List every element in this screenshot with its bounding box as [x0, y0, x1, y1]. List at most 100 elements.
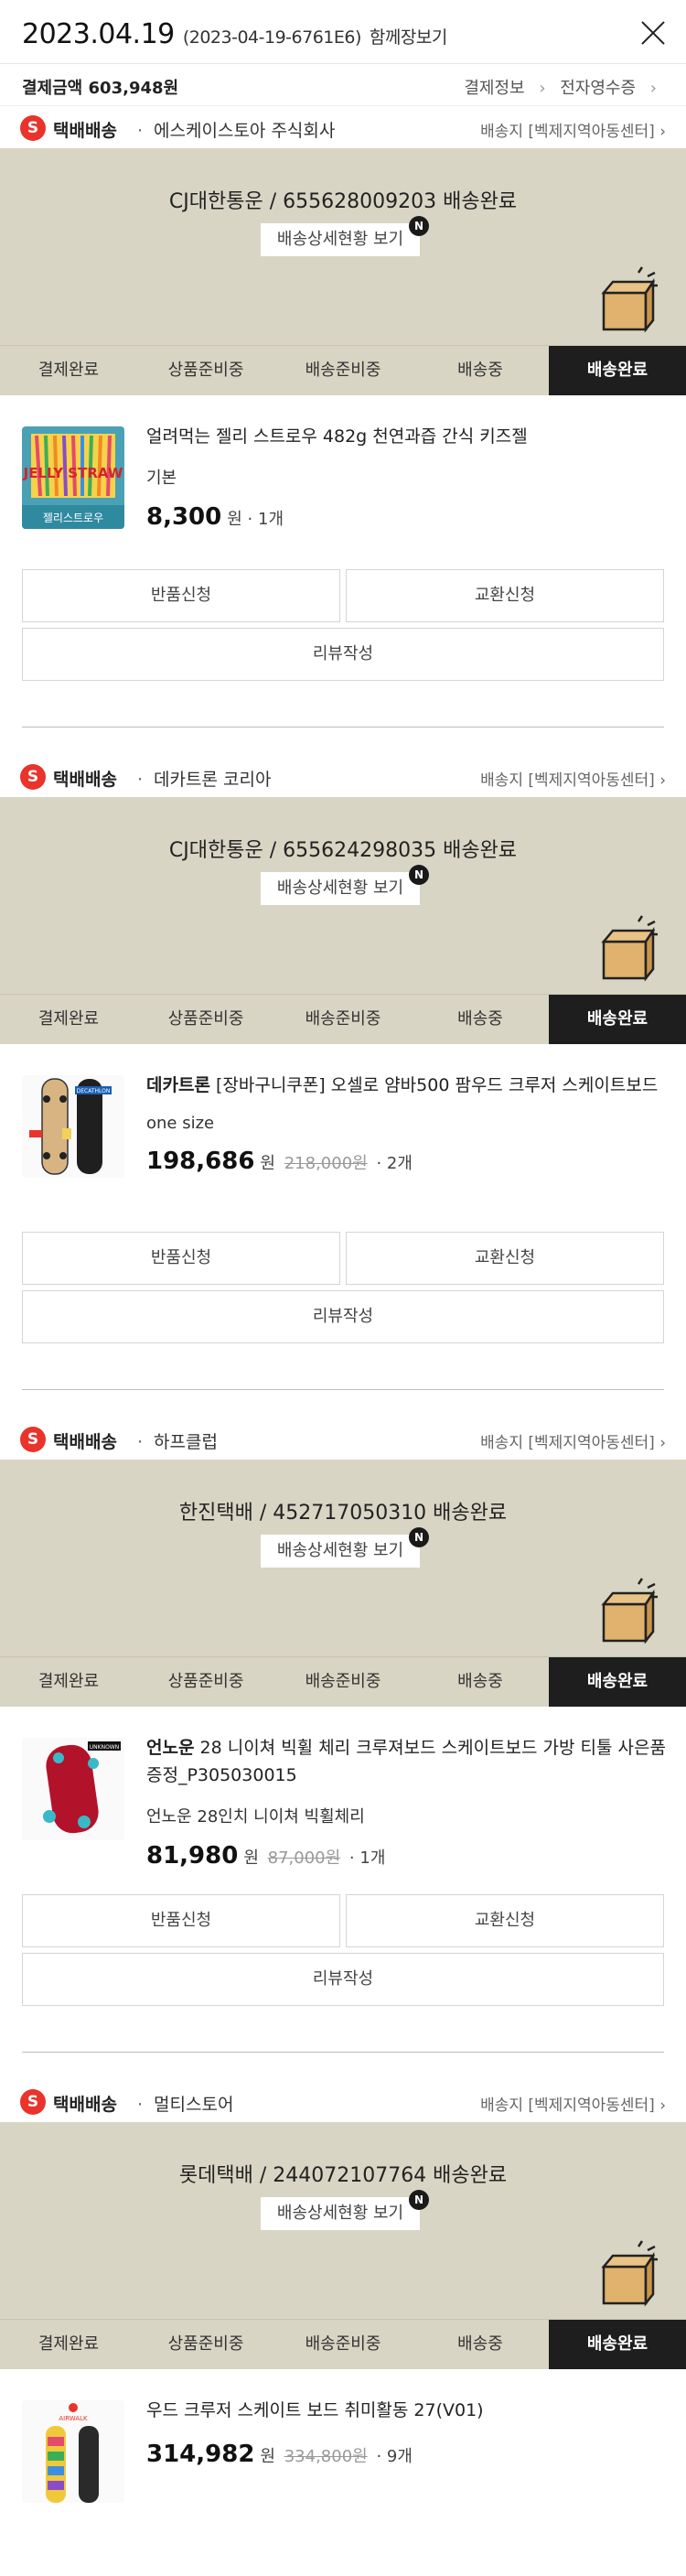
tracking-detail-button[interactable]: 배송상세현황 보기 — [261, 223, 420, 256]
product-title[interactable]: 데카트론 [장바구니쿠폰] 오셀로 얌바500 팜우드 크루저 스케이트보드 — [146, 1072, 666, 1099]
seller-row: S 택배배송 · 하프클럽 배송지 [벡제지역아동센터] › — [0, 1417, 686, 1460]
tracking-detail-button[interactable]: 배송상세현황 보기 — [261, 1535, 420, 1568]
original-price: 334,800원 — [284, 2447, 368, 2466]
destination-link[interactable]: 배송지 [벡제지역아동센터] › — [480, 2092, 666, 2115]
order-detail-page: 2023.04.19 (2023-04-19-6761E6) 함께장보기 결제금… — [0, 0, 686, 2506]
product-option: 기본 — [146, 469, 177, 488]
close-icon[interactable] — [640, 20, 666, 46]
step-paid: 결제완료 — [38, 1672, 100, 1691]
destination-link[interactable]: 배송지 [벡제지역아동센터] › — [480, 767, 666, 790]
product-info: 언노운 28 니이쳐 빅휠 체리 크루져보드 스케이트보드 가방 티툴 사은품증… — [146, 1734, 666, 1870]
new-badge: N — [409, 865, 429, 885]
return-button[interactable]: 반품신청 — [22, 1894, 340, 1947]
shipment-card: S 택배배송 · 멀티스토어 배송지 [벡제지역아동센터] › 롯데택배 / 24… — [0, 2080, 686, 2506]
product-option: one size — [146, 1114, 215, 1133]
action-buttons: 반품신청 교환신청 리뷰작성 — [0, 569, 686, 681]
step-shipping: 배송중 — [457, 1672, 503, 1691]
step-shipping: 배송중 — [457, 2334, 503, 2354]
currency-unit: 원 — [227, 510, 242, 529]
step-preparing-shipping: 배송준비중 — [305, 2334, 381, 2354]
delivery-steps: 결제완료 상품준비중 배송준비중 배송중 배송완료 — [0, 1656, 686, 1707]
product-title[interactable]: 언노운 28 니이쳐 빅휠 체리 크루져보드 스케이트보드 가방 티툴 사은품증… — [146, 1734, 666, 1789]
thumb-brand-text: DECATHLON — [77, 1088, 111, 1094]
payment-info-link[interactable]: 결제정보 — [464, 79, 524, 98]
product-title[interactable]: 얼려먹는 젤리 스트로우 482g 천연과즙 간식 키즈젤 — [146, 423, 666, 450]
shipping-method: 택배배송 — [53, 121, 117, 141]
product-info: 데카트론 [장바구니쿠폰] 오셀로 얌바500 팜우드 크루저 스케이트보드 o… — [146, 1072, 666, 1175]
order-code: (2023-04-19-6761E6) — [182, 27, 362, 48]
order-header: 2023.04.19 (2023-04-19-6761E6) 함께장보기 — [0, 0, 686, 64]
product-option: 언노운 28인치 니이쳐 빅휠체리 — [146, 1807, 365, 1827]
product-price: 81,980 — [146, 1842, 239, 1870]
exchange-button[interactable]: 교환신청 — [346, 1232, 664, 1285]
seller-row: S 택배배송 · 데카트론 코리아 배송지 [벡제지역아동센터] › — [0, 755, 686, 797]
original-price: 87,000원 — [267, 1848, 341, 1868]
review-button[interactable]: 리뷰작성 — [22, 1953, 664, 2006]
payment-row: 결제금액 603,948원 결제정보 › 전자영수증 › — [0, 64, 686, 106]
exchange-button[interactable]: 교환신청 — [346, 1894, 664, 1947]
payment-amount: 603,948원 — [88, 79, 179, 98]
thumb-sub-text: 젤리스트로우 — [43, 512, 103, 524]
product-quantity: · 9개 — [376, 2447, 413, 2466]
destination-link[interactable]: 배송지 [벡제지역아동센터] › — [480, 1429, 666, 1452]
return-button[interactable]: 반품신청 — [22, 1232, 340, 1285]
payment-summary: 결제금액 603,948원 — [22, 75, 178, 99]
payment-label: 결제금액 — [22, 79, 83, 98]
product-item[interactable]: JELLY STRAW 젤리스트로우 얼려먹는 젤리 스트로우 482g 천연과… — [0, 395, 686, 569]
price-line: 314,982 원 334,800원 · 9개 — [146, 2441, 666, 2468]
tracking-info: CJ대한통운 / 655628009203 배송완료 — [168, 190, 518, 213]
product-thumbnail[interactable]: DECATHLON — [22, 1075, 124, 1178]
product-item[interactable]: UNKNOWN 언노운 28 니이쳐 빅휠 체리 크루져보드 스케이트보드 가방… — [0, 1707, 686, 1894]
currency-unit: 원 — [260, 2447, 275, 2466]
shipping-s-icon: S — [20, 764, 46, 790]
chevron-right-icon: › — [649, 79, 657, 98]
seller-name: · 에스케이스토아 주식회사 — [137, 121, 336, 141]
product-info: 얼려먹는 젤리 스트로우 482g 천연과즙 간식 키즈젤 기본 8,300 원 … — [146, 423, 666, 531]
currency-unit: 원 — [260, 1154, 275, 1173]
tracking-panel: CJ대한통운 / 655624298035 배송완료 배송상세현황 보기 N — [0, 797, 686, 994]
product-item[interactable]: AIRWALK 우드 크루저 스케이트 보드 취미활동 27(V01) 314,… — [0, 2369, 686, 2506]
price-line: 81,980 원 87,000원 · 1개 — [146, 1842, 666, 1870]
delivery-box-icon — [601, 915, 658, 982]
step-preparing-shipping: 배송준비중 — [305, 1009, 381, 1029]
product-info: 우드 크루저 스케이트 보드 취미활동 27(V01) 314,982 원 334… — [146, 2397, 666, 2468]
step-delivered: 배송완료 — [549, 346, 686, 395]
tracking-panel: 한진택배 / 452717050310 배송완료 배송상세현황 보기 N — [0, 1460, 686, 1656]
tracking-detail-button[interactable]: 배송상세현황 보기 — [261, 2197, 420, 2230]
tracking-detail-button[interactable]: 배송상세현황 보기 — [261, 872, 420, 905]
step-delivered: 배송완료 — [549, 995, 686, 1044]
product-thumbnail[interactable]: UNKNOWN — [22, 1738, 124, 1840]
shipping-method: 택배배송 — [53, 2095, 117, 2115]
tracking-info: CJ대한통운 / 655624298035 배송완료 — [168, 839, 518, 862]
action-buttons: 반품신청 교환신청 리뷰작성 — [0, 1232, 686, 1343]
shipping-method: 택배배송 — [53, 770, 117, 790]
receipt-link[interactable]: 전자영수증 — [560, 79, 636, 98]
product-price: 198,686 — [146, 1148, 255, 1175]
exchange-button[interactable]: 교환신청 — [346, 569, 664, 622]
product-thumbnail[interactable]: AIRWALK — [22, 2400, 124, 2503]
review-button[interactable]: 리뷰작성 — [22, 1290, 664, 1343]
together-label: 함께장보기 — [369, 27, 447, 48]
new-badge: N — [409, 2190, 429, 2210]
step-paid: 결제완료 — [38, 1009, 100, 1029]
destination-link[interactable]: 배송지 [벡제지역아동센터] › — [480, 118, 666, 141]
step-preparing-shipping: 배송준비중 — [305, 1672, 381, 1691]
price-line: 8,300 원 · 1개 — [146, 503, 666, 531]
seller-name: · 멀티스토어 — [137, 2095, 234, 2115]
product-title[interactable]: 우드 크루저 스케이트 보드 취미활동 27(V01) — [146, 2397, 666, 2424]
return-button[interactable]: 반품신청 — [22, 569, 340, 622]
delivery-steps: 결제완료 상품준비중 배송준비중 배송중 배송완료 — [0, 2319, 686, 2369]
step-paid: 결제완료 — [38, 361, 100, 380]
shipping-s-icon: S — [20, 115, 46, 141]
new-badge: N — [409, 216, 429, 236]
product-price: 314,982 — [146, 2441, 255, 2468]
delivery-steps: 결제완료 상품준비중 배송준비중 배송중 배송완료 — [0, 994, 686, 1044]
product-item[interactable]: DECATHLON 데카트론 [장바구니쿠폰] 오셀로 얌바500 팜우드 크루… — [0, 1044, 686, 1232]
step-preparing-product: 상품준비중 — [167, 361, 244, 380]
step-preparing-product: 상품준비중 — [167, 1672, 244, 1691]
payment-links: 결제정보 › 전자영수증 › — [464, 75, 666, 99]
review-button[interactable]: 리뷰작성 — [22, 628, 664, 681]
delivery-box-icon — [601, 2240, 658, 2307]
shipment-card: S 택배배송 · 데카트론 코리아 배송지 [벡제지역아동센터] › CJ대한통운… — [0, 755, 686, 1417]
product-thumbnail[interactable]: JELLY STRAW 젤리스트로우 — [22, 426, 124, 529]
